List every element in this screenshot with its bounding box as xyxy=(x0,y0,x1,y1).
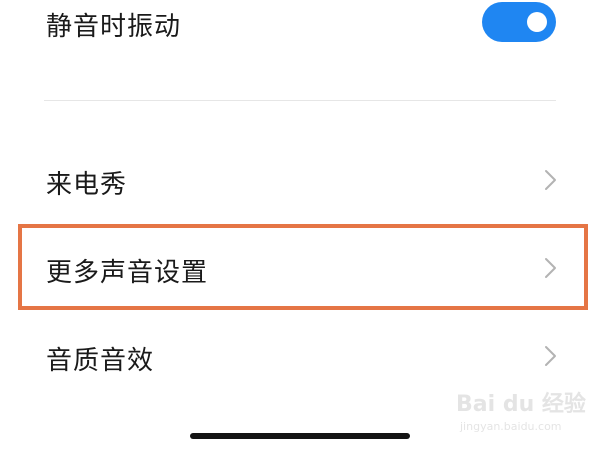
vibrate-on-silent-row[interactable]: 静音时振动 xyxy=(0,0,600,48)
sound-settings-screen: 静音时振动 来电秀 更多声音设置 音质音效 Bai du 经验 jingyan.… xyxy=(0,0,600,450)
caller-show-row[interactable]: 来电秀 xyxy=(0,150,600,210)
section-divider xyxy=(44,100,556,101)
watermark-brand: Bai du 经验 xyxy=(456,392,586,417)
home-indicator[interactable] xyxy=(190,433,410,439)
watermark-site: jingyan.baidu.com xyxy=(460,420,562,433)
sound-quality-effects-label: 音质音效 xyxy=(46,346,155,376)
vibrate-on-silent-toggle[interactable] xyxy=(482,2,556,42)
baidu-jingyan-watermark: Bai du 经验 jingyan.baidu.com xyxy=(456,386,586,438)
sound-quality-effects-row[interactable]: 音质音效 xyxy=(0,326,600,386)
highlight-box xyxy=(18,224,588,310)
caller-show-label: 来电秀 xyxy=(46,170,128,200)
chevron-right-icon xyxy=(545,170,556,190)
vibrate-on-silent-label: 静音时振动 xyxy=(46,12,182,42)
toggle-knob xyxy=(527,12,547,32)
chevron-right-icon xyxy=(545,346,556,366)
